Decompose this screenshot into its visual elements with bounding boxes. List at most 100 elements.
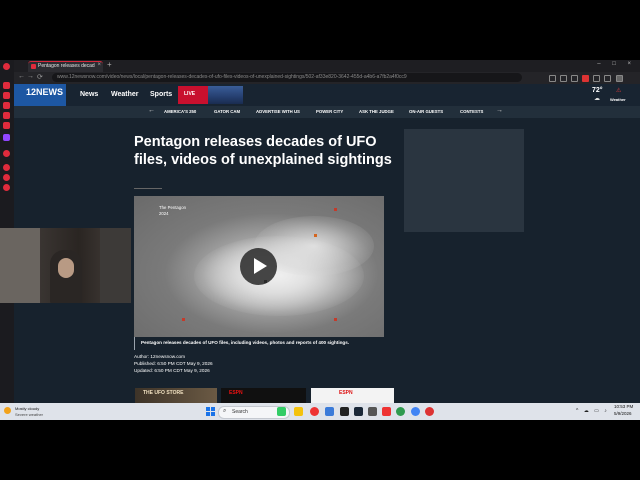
url-input[interactable]: www.12newsnow.com/video/news/local/penta… (52, 73, 522, 82)
weather-alert-icon[interactable]: ⚠ (616, 87, 621, 94)
window-controls[interactable]: – □ × (597, 61, 636, 67)
webcam-face (58, 258, 74, 278)
site-logo[interactable]: 12NEWS (14, 84, 66, 106)
sub-navigation: ← AMERICA'S 250 GATOR CAM ADVERTISE WITH… (14, 106, 640, 118)
reticle-mark (334, 208, 337, 211)
letterbox-bottom (0, 420, 640, 480)
settings-icon[interactable] (3, 184, 10, 191)
clock-date[interactable]: 5/9/2026 (614, 411, 632, 416)
article-headline: Pentagon releases decades of UFO files, … (134, 134, 392, 168)
cloud-icon: ☁ (594, 96, 600, 102)
taskbar-app-icon[interactable] (340, 407, 349, 416)
extension-icon[interactable] (549, 75, 556, 82)
sidebar-app-icon[interactable] (3, 174, 10, 181)
live-label: LIVE (184, 91, 196, 97)
caption-rule (134, 337, 135, 350)
related-video-thumbnail[interactable]: THE UFO STORE (135, 388, 217, 403)
live-preview-thumbnail[interactable] (208, 86, 243, 104)
back-icon[interactable]: ← (18, 73, 25, 80)
new-tab-button[interactable]: + (107, 60, 112, 69)
address-bar: ← → ⟳ www.12newsnow.com/video/news/local… (14, 72, 640, 84)
taskbar-app-icon[interactable] (396, 407, 405, 416)
reload-icon[interactable]: ⟳ (37, 73, 43, 81)
nav-weather[interactable]: Weather (111, 91, 139, 98)
article-author: Author: 12newsnow.com (134, 354, 186, 359)
reticle-mark (334, 318, 337, 321)
nav-news[interactable]: News (80, 91, 98, 98)
site-header: 12NEWS News Weather Sports LIVE 72° ☁ ⚠ … (14, 84, 640, 106)
sidebar-app-icon[interactable] (3, 92, 10, 99)
file-explorer-icon[interactable] (294, 407, 303, 416)
play-button[interactable] (240, 248, 277, 285)
chrome-icon[interactable] (411, 407, 420, 416)
url-text: www.12newsnow.com/video/news/local/penta… (57, 74, 407, 80)
video-caption: Pentagon releases decades of UFO files, … (141, 340, 350, 345)
windows-logo-icon (206, 412, 210, 416)
play-icon (254, 258, 267, 274)
weather-sun-icon (4, 407, 11, 414)
subnav-americas-250[interactable]: AMERICA'S 250 (164, 109, 196, 114)
subnav-next-arrow[interactable]: → (496, 107, 503, 114)
browser-tab-active[interactable]: Pentagon releases decad × (28, 61, 103, 72)
opera-icon[interactable] (310, 407, 319, 416)
extension-icon[interactable] (593, 75, 600, 82)
sidebar-app-icon[interactable] (3, 82, 10, 89)
site-logo-text: 12NEWS (26, 87, 64, 97)
thumbnail-label: THE UFO STORE (143, 390, 184, 396)
taskbar-app-icon[interactable] (368, 407, 377, 416)
extension-icon[interactable] (571, 75, 578, 82)
video-overlay-line: 2024 (159, 211, 169, 216)
taskbar-app-icon[interactable] (425, 407, 434, 416)
extension-icon[interactable] (604, 75, 611, 82)
weather-temp[interactable]: 72° (592, 87, 603, 94)
sidebar-app-icon[interactable] (3, 122, 10, 129)
subnav-ask-the-judge[interactable]: ASK THE JUDGE (359, 109, 394, 114)
profile-icon[interactable] (616, 75, 623, 82)
subnav-power-city[interactable]: POWER CITY (316, 109, 343, 114)
tab-close-icon[interactable]: × (97, 62, 101, 68)
ad-placeholder[interactable] (404, 129, 524, 232)
subnav-advertise[interactable]: ADVERTISE WITH US (256, 109, 300, 114)
related-video-thumbnail[interactable]: ESPN (221, 388, 306, 403)
extension-icon[interactable] (560, 75, 567, 82)
video-player[interactable]: The Pentagon 2024 (134, 196, 384, 337)
weather-warning: Severe weather (15, 412, 44, 417)
extension-icon[interactable] (582, 75, 589, 82)
forward-icon[interactable]: → (27, 73, 34, 80)
taskbar-app-icon[interactable] (277, 407, 286, 416)
article-published: Published: 6:50 PM CDT May 9, 2026 (134, 361, 213, 366)
taskbar-app-icon[interactable] (382, 407, 391, 416)
opera-logo-icon[interactable] (3, 63, 10, 70)
windows-logo-icon (206, 407, 210, 411)
taskbar-app-icon[interactable] (325, 407, 334, 416)
sidebar-app-icon[interactable] (3, 164, 10, 171)
video-overlay-text: The Pentagon 2024 (159, 205, 186, 217)
weather-link[interactable]: Weather (610, 97, 626, 102)
windows-logo-icon (211, 407, 215, 411)
thumbnail-label: ESPN (339, 390, 353, 396)
webcam-background (0, 228, 40, 303)
sidebar-app-icon[interactable] (3, 112, 10, 119)
sidebar-app-icon[interactable] (3, 102, 10, 109)
related-video-thumbnail[interactable]: ESPN (311, 388, 394, 403)
clock-time[interactable]: 10:53 PM (614, 404, 633, 409)
subnav-gator-cam[interactable]: GATOR CAM (214, 109, 240, 114)
subnav-contests[interactable]: CONTESTS (460, 109, 483, 114)
twitch-icon[interactable] (3, 134, 10, 141)
windows-taskbar: Mostly cloudy Severe weather ⌕ Search ^ … (0, 403, 640, 420)
system-tray[interactable]: ^ ☁ ▭ ♪ (576, 408, 609, 414)
start-button[interactable] (206, 407, 215, 416)
nav-sports[interactable]: Sports (150, 91, 172, 98)
thumbnail-label: ESPN (229, 390, 243, 396)
tab-strip: Pentagon releases decad × + – □ × (14, 60, 640, 72)
headline-divider (134, 188, 162, 189)
article-updated: Updated: 6:50 PM CDT May 9, 2026 (134, 368, 210, 373)
sidebar-app-icon[interactable] (3, 150, 10, 157)
subnav-on-air-guests[interactable]: ON-AIR GUESTS (409, 109, 443, 114)
live-button[interactable]: LIVE (178, 86, 208, 104)
weather-condition: Mostly cloudy (15, 406, 40, 411)
tab-title: Pentagon releases decad (38, 63, 95, 69)
search-label: Search (232, 409, 248, 415)
steam-icon[interactable] (354, 407, 363, 416)
subnav-prev-arrow[interactable]: ← (148, 107, 155, 114)
